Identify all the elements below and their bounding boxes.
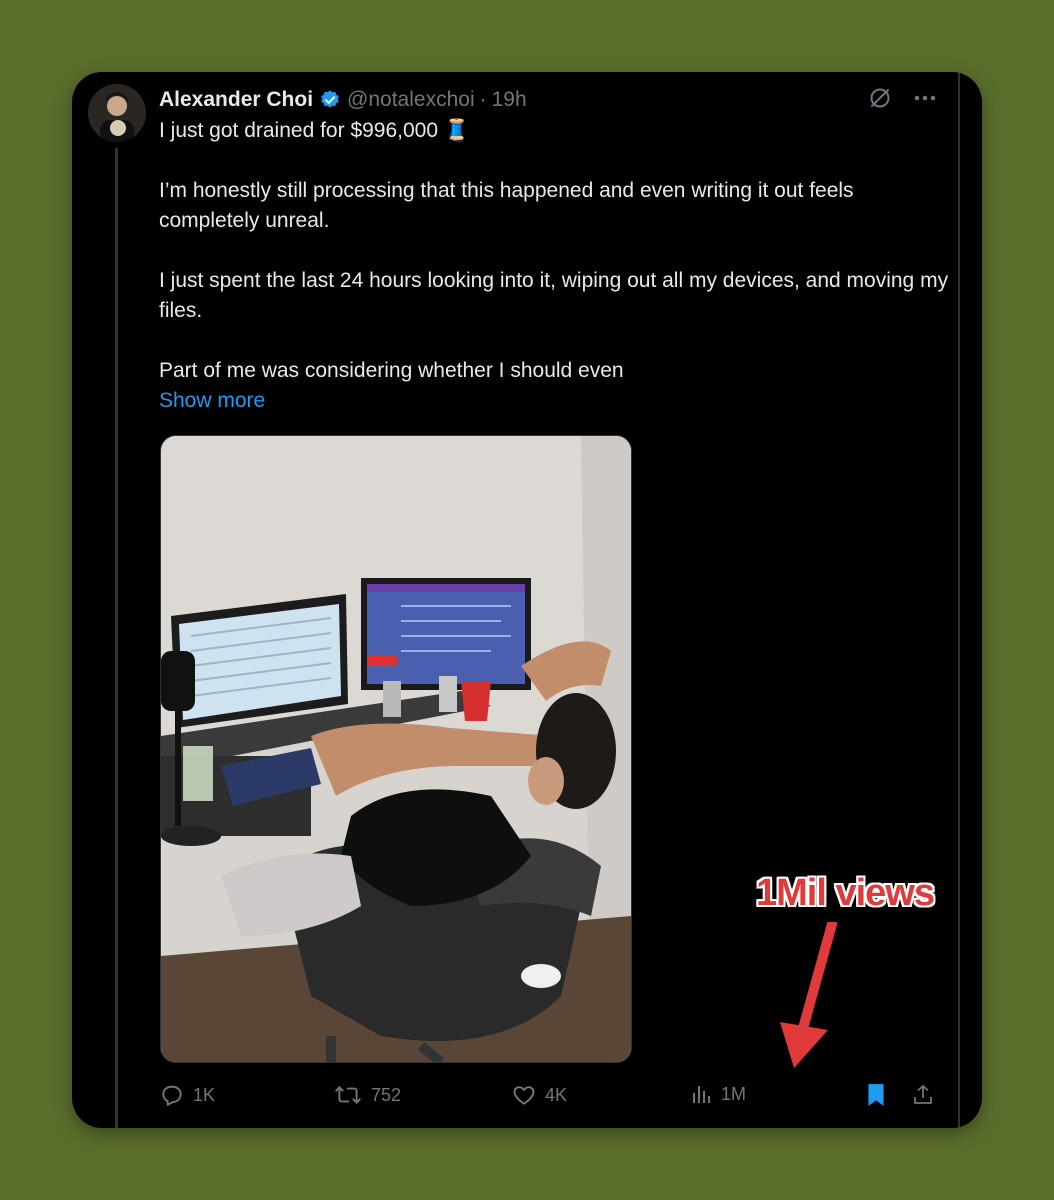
like-count: 4K xyxy=(545,1084,568,1105)
grok-icon[interactable] xyxy=(868,86,892,110)
avatar[interactable] xyxy=(88,84,146,142)
share-button[interactable] xyxy=(911,1082,935,1108)
share-icon xyxy=(914,1084,932,1104)
tweet-paragraph: Part of me was considering whether I sho… xyxy=(159,359,624,382)
annotation-arrow-icon xyxy=(780,922,837,1068)
views-count: 1M xyxy=(721,1083,747,1104)
tweet-paragraph: I just got drained for $996,000 🧵 xyxy=(159,119,471,142)
heart-icon xyxy=(513,1086,535,1105)
tweet-header: Alexander Choi @notalexchoi · 19h xyxy=(159,86,527,114)
reply-button[interactable]: 1K xyxy=(159,1082,215,1108)
repost-count: 752 xyxy=(371,1084,402,1105)
tweet-paragraph: I’m honestly still processing that this … xyxy=(159,179,854,232)
author-handle[interactable]: @notalexchoi xyxy=(347,88,475,112)
like-button[interactable]: 4K xyxy=(511,1082,567,1108)
tweet-text: I just got drained for $996,000 🧵 I’m ho… xyxy=(159,116,949,416)
repost-button[interactable]: 752 xyxy=(333,1082,401,1108)
bookmark-button[interactable] xyxy=(865,1082,887,1108)
views-button[interactable]: 1M xyxy=(689,1082,746,1106)
bookmark-icon xyxy=(868,1084,884,1106)
tweet-card: Alexander Choi @notalexchoi · 19h I just… xyxy=(72,72,982,1128)
reply-icon xyxy=(162,1085,182,1106)
post-time[interactable]: 19h xyxy=(492,88,527,112)
top-actions xyxy=(868,86,938,110)
verified-badge-icon xyxy=(321,90,339,108)
tweet-paragraph: I just spent the last 24 hours looking i… xyxy=(159,269,949,322)
annotation-label: 1Mil views xyxy=(756,872,935,914)
column-divider xyxy=(958,72,960,1128)
tweet-photo[interactable] xyxy=(160,435,632,1063)
author-name[interactable]: Alexander Choi xyxy=(159,88,313,112)
repost-icon xyxy=(334,1085,362,1105)
more-options-icon[interactable] xyxy=(912,86,938,110)
thread-line xyxy=(115,148,118,1128)
meta-separator: · xyxy=(479,88,487,111)
action-bar: 1K 752 4K 1M xyxy=(159,1082,949,1112)
show-more-link[interactable]: Show more xyxy=(159,386,949,416)
reply-count: 1K xyxy=(193,1084,216,1105)
views-chart-icon xyxy=(693,1086,710,1103)
